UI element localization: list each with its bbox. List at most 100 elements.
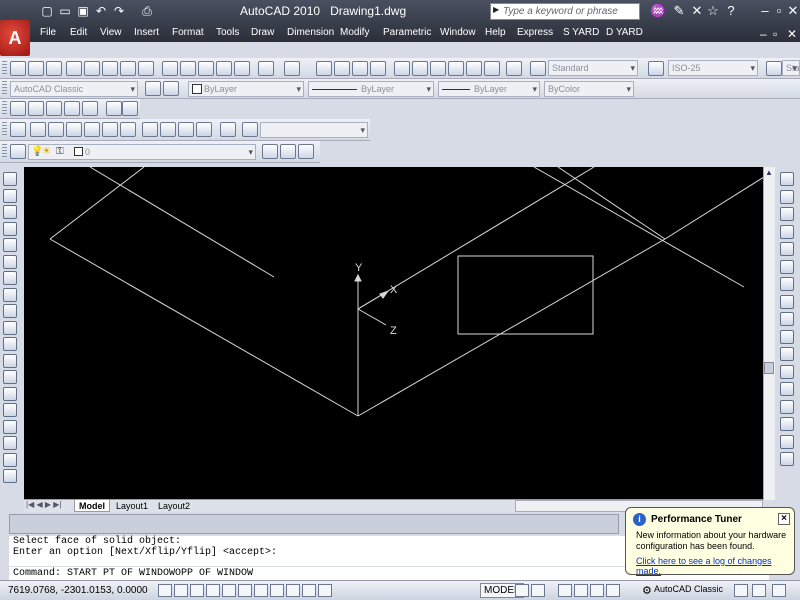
qnew-icon[interactable] [10, 61, 26, 76]
layer-properties-icon[interactable] [10, 144, 26, 159]
zoom-window-icon[interactable] [352, 61, 368, 76]
layer-previous-icon[interactable] [280, 144, 296, 159]
block-editor-icon[interactable] [234, 61, 250, 76]
zoom-previous-icon[interactable] [370, 61, 386, 76]
design-center-icon[interactable] [412, 61, 428, 76]
application-menu-button[interactable]: A [0, 20, 30, 56]
revision-cloud-icon[interactable] [3, 287, 17, 302]
solid-cylinder-icon[interactable] [46, 101, 62, 116]
spline-icon[interactable] [3, 304, 17, 318]
workspace-select[interactable]: AutoCAD Classic [10, 81, 138, 97]
table-style-select[interactable]: Sta [782, 60, 800, 76]
color-select[interactable]: ByLayer [188, 81, 304, 97]
ucs-select[interactable] [260, 122, 368, 138]
toolbar-grip[interactable] [2, 61, 7, 76]
sheet-set-icon[interactable] [138, 61, 154, 76]
clean-screen-icon[interactable] [772, 584, 786, 597]
menu-format[interactable]: Format [172, 27, 204, 38]
menu-insert[interactable]: Insert [134, 27, 159, 38]
fillet-icon[interactable] [780, 434, 794, 449]
scale-icon[interactable] [780, 294, 794, 309]
toolbar-grip[interactable] [2, 122, 7, 137]
linetype-select[interactable]: ByLayer [308, 81, 434, 97]
properties-icon[interactable] [394, 61, 410, 76]
undo-icon[interactable]: ↶ [92, 2, 110, 20]
polyline-icon[interactable] [3, 205, 17, 219]
tab-layout1[interactable]: Layout1 [112, 500, 152, 512]
open-icon[interactable]: ▭ [56, 2, 74, 20]
bottom-view-icon[interactable] [48, 122, 64, 137]
dynamic-ucs-icon[interactable] [270, 584, 284, 597]
rotate-icon[interactable] [780, 277, 794, 291]
back-view-icon[interactable] [120, 122, 136, 137]
sheet-set-manager-icon[interactable] [448, 61, 464, 76]
solid-pyramid-icon[interactable] [122, 101, 138, 116]
quick-view-layouts-icon[interactable] [515, 584, 529, 597]
help-icon[interactable]: ? [724, 3, 738, 18]
text-style-icon[interactable] [530, 61, 546, 76]
scroll-thumb[interactable] [764, 362, 774, 374]
arc-icon[interactable] [3, 254, 17, 269]
redo-tb-icon[interactable] [284, 61, 300, 76]
se-iso-icon[interactable] [160, 122, 176, 137]
steering-wheel-icon[interactable] [590, 584, 604, 597]
toolbar-grip[interactable] [2, 101, 7, 116]
lineweight-toggle-icon[interactable] [302, 584, 316, 597]
scroll-up-icon[interactable]: ▲ [764, 168, 774, 178]
redo-icon[interactable]: ↷ [110, 2, 128, 20]
break-at-point-icon[interactable] [780, 364, 794, 379]
doc-close-icon[interactable]: ✕ [787, 27, 797, 41]
erase-icon[interactable] [780, 172, 794, 186]
plot-preview-icon[interactable] [84, 61, 100, 76]
markup-icon[interactable] [466, 61, 482, 76]
match-properties-icon[interactable] [216, 61, 232, 76]
favorites-icon[interactable]: ☆ [706, 3, 720, 19]
plotstyle-select[interactable]: ByColor [544, 81, 634, 97]
tab-model[interactable]: Model [74, 500, 110, 512]
toolbar-grip[interactable] [2, 144, 7, 159]
front-view-icon[interactable] [102, 122, 118, 137]
object-snap-icon[interactable] [222, 584, 236, 597]
menu-d-yard[interactable]: D YARD [606, 27, 643, 38]
3d-dwf-icon[interactable] [120, 61, 136, 76]
toolbar-lock-icon[interactable] [734, 584, 748, 597]
table-icon[interactable] [3, 452, 17, 467]
subscription-icon[interactable]: ✕ [690, 3, 704, 19]
showmotion-icon[interactable] [606, 584, 620, 597]
offset-icon[interactable] [780, 224, 794, 239]
mirror-icon[interactable] [780, 207, 794, 221]
dim-style-icon[interactable] [648, 61, 664, 76]
menu-parametric[interactable]: Parametric [383, 27, 431, 38]
plot-icon[interactable]: ⎙ [138, 2, 156, 20]
text-style-select[interactable]: Standard [548, 60, 638, 76]
coordinate-readout[interactable]: 7619.0768, -2301.0153, 0.0000 [8, 585, 148, 596]
ellipse-arc-icon[interactable] [3, 337, 17, 351]
dim-style-select[interactable]: ISO-25 [668, 60, 758, 76]
command-grip[interactable] [9, 514, 619, 534]
point-icon[interactable] [3, 386, 17, 401]
lineweight-select[interactable]: ByLayer [438, 81, 540, 97]
region-icon[interactable] [3, 436, 17, 450]
zoom-realtime-icon[interactable] [334, 61, 350, 76]
polygon-icon[interactable] [3, 221, 17, 236]
solid-torus-icon[interactable] [106, 101, 122, 116]
doc-restore-icon[interactable]: ▫ [773, 27, 777, 41]
3d-osnap-icon[interactable] [238, 584, 252, 597]
menu-s-yard[interactable]: S YARD [563, 27, 599, 38]
publish-icon[interactable] [102, 61, 118, 76]
join-icon[interactable] [780, 399, 794, 414]
search-input[interactable]: Type a keyword or phrase [490, 3, 640, 20]
drawing-area[interactable]: Y X Z [24, 167, 764, 499]
rectangle-icon[interactable] [3, 238, 17, 252]
break-icon[interactable] [780, 382, 794, 396]
paste-icon[interactable] [198, 61, 214, 76]
chamfer-icon[interactable] [780, 417, 794, 431]
stretch-icon[interactable] [780, 312, 794, 326]
gradient-icon[interactable] [3, 419, 17, 434]
menu-modify[interactable]: Modify [340, 27, 369, 38]
tool-palettes-icon[interactable] [430, 61, 446, 76]
insert-block-icon[interactable] [3, 353, 17, 368]
pan-status-icon[interactable] [558, 584, 572, 597]
solid-wedge-icon[interactable] [82, 101, 98, 116]
table-style-icon[interactable] [766, 61, 782, 76]
